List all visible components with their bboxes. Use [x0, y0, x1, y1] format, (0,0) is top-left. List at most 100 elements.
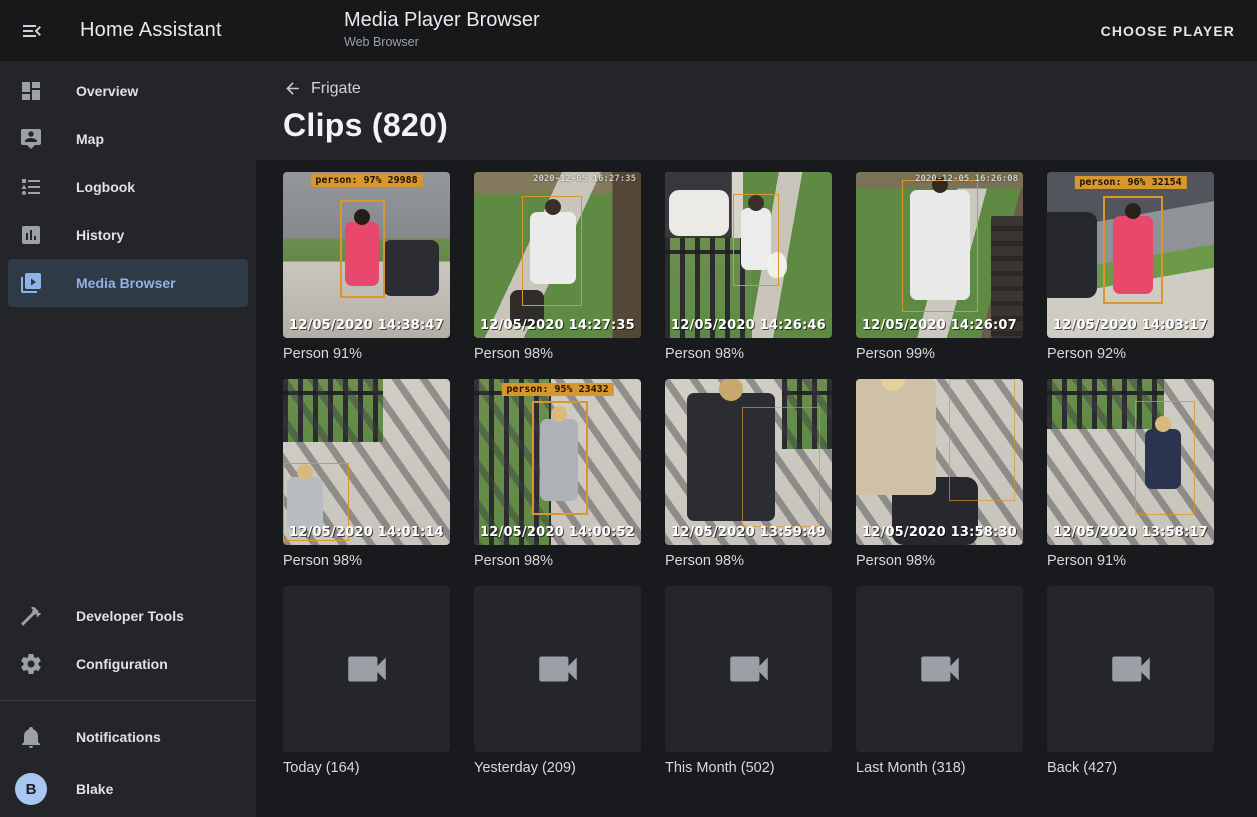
clip-thumbnail: 12/05/2020 14:01:14 [283, 379, 450, 545]
detection-bounding-box [742, 407, 820, 527]
sidebar-item-media-browser[interactable]: Media Browser [8, 259, 248, 307]
clip-timestamp-overlay: 12/05/2020 14:38:47 [289, 318, 444, 333]
folder-card-last-month-318-[interactable]: Last Month (318) [856, 586, 1023, 776]
user-name: Blake [76, 781, 113, 797]
clip-thumbnail: 12/05/2020 13:58:17 [1047, 379, 1214, 545]
clip-timestamp-overlay: 12/05/2020 14:01:14 [289, 525, 444, 540]
sidebar-spacer [0, 307, 256, 592]
developer-tools-hammer-icon [19, 604, 43, 628]
clip-timestamp-overlay: 12/05/2020 14:26:46 [671, 318, 826, 333]
clip-label: Person 98% [474, 346, 641, 362]
sidebar-item-overview[interactable]: Overview [8, 67, 248, 115]
clip-thumbnail: 12/05/2020 13:59:49 [665, 379, 832, 545]
folder-card-yesterday-209-[interactable]: Yesterday (209) [474, 586, 641, 776]
clip-card-12-05-2020-14-26-46[interactable]: 12/05/2020 14:26:46 Person 98% [665, 172, 832, 362]
folder-label: This Month (502) [665, 760, 832, 776]
detection-label: person: 97% 29988 [310, 174, 422, 187]
clip-timestamp-overlay: 12/05/2020 13:58:17 [1053, 525, 1208, 540]
detection-bounding-box [733, 194, 779, 286]
sidebar-item-label: Configuration [76, 656, 168, 672]
sidebar-item-history[interactable]: History [8, 211, 248, 259]
sidebar-user-profile[interactable]: B Blake [8, 761, 248, 817]
clip-label: Person 91% [283, 346, 450, 362]
person-figure-art [856, 379, 936, 495]
clip-label: Person 99% [856, 346, 1023, 362]
breadcrumb-label: Frigate [311, 80, 361, 98]
clip-thumbnail: person: 95% 23432 12/05/2020 14:00:52 [474, 379, 641, 545]
folder-thumbnail [283, 586, 450, 752]
clip-thumbnail: 12/05/2020 14:26:46 [665, 172, 832, 338]
map-account-icon [19, 127, 43, 151]
clip-timestamp-overlay: 12/05/2020 14:03:17 [1053, 318, 1208, 333]
logbook-list-icon [19, 175, 43, 199]
folder-label: Back (427) [1047, 760, 1214, 776]
sidebar-item-configuration[interactable]: Configuration [8, 640, 248, 688]
panel-title: Media Player Browser [344, 9, 540, 32]
detection-bounding-box [340, 200, 385, 298]
clip-card-12-05-2020-14-26-07[interactable]: 2020-12-05 16:26:08 12/05/2020 14:26:07 … [856, 172, 1023, 362]
sidebar-item-label: Developer Tools [76, 608, 184, 624]
clip-card-12-05-2020-14-01-14[interactable]: 12/05/2020 14:01:14 Person 98% [283, 379, 450, 569]
choose-player-button[interactable]: CHOOSE PLAYER [1093, 0, 1243, 61]
clip-timestamp-overlay: 12/05/2020 13:58:30 [862, 525, 1017, 540]
media-grid-area: person: 97% 29988 12/05/2020 14:38:47 Pe… [256, 160, 1257, 817]
history-chart-icon [19, 223, 43, 247]
video-camera-icon [1106, 644, 1156, 694]
clip-timestamp-overlay: 12/05/2020 14:27:35 [480, 318, 635, 333]
folder-thumbnail [474, 586, 641, 752]
media-browser-icon [19, 271, 43, 295]
detection-bounding-box [949, 379, 1015, 501]
clip-card-12-05-2020-13-59-49[interactable]: 12/05/2020 13:59:49 Person 98% [665, 379, 832, 569]
sidebar-item-logbook[interactable]: Logbook [8, 163, 248, 211]
clip-label: Person 91% [1047, 553, 1214, 569]
clip-card-12-05-2020-13-58-30[interactable]: 12/05/2020 13:58:30 Person 98% [856, 379, 1023, 569]
sidebar-toggle-button[interactable] [10, 9, 54, 53]
folder-thumbnail [856, 586, 1023, 752]
menu-open-icon [20, 19, 44, 43]
clip-card-12-05-2020-14-38-47[interactable]: person: 97% 29988 12/05/2020 14:38:47 Pe… [283, 172, 450, 362]
clips-grid: person: 97% 29988 12/05/2020 14:38:47 Pe… [283, 172, 1257, 776]
clip-card-12-05-2020-14-03-17[interactable]: person: 96% 32154 12/05/2020 14:03:17 Pe… [1047, 172, 1214, 362]
sidebar-item-map[interactable]: Map [8, 115, 248, 163]
clip-timestamp-overlay: 12/05/2020 13:59:49 [671, 525, 826, 540]
clip-thumbnail: 2020-12-05 16:26:08 12/05/2020 14:26:07 [856, 172, 1023, 338]
camera-osd-timestamp: 2020-12-05 16:27:35 [533, 174, 636, 184]
clip-label: Person 98% [665, 346, 832, 362]
configuration-gear-icon [19, 652, 43, 676]
sidebar-item-notifications[interactable]: Notifications [8, 713, 248, 761]
folder-card-today-164-[interactable]: Today (164) [283, 586, 450, 776]
detection-bounding-box [1103, 196, 1163, 304]
clip-thumbnail: person: 97% 29988 12/05/2020 14:38:47 [283, 172, 450, 338]
clip-timestamp-overlay: 12/05/2020 14:26:07 [862, 318, 1017, 333]
folder-label: Last Month (318) [856, 760, 1023, 776]
clip-thumbnail: 12/05/2020 13:58:30 [856, 379, 1023, 545]
main-content: Frigate Clips (820) person: 97% 29988 12… [256, 61, 1257, 817]
top-app-bar: Home Assistant Media Player Browser Web … [0, 0, 1257, 61]
clip-card-12-05-2020-13-58-17[interactable]: 12/05/2020 13:58:17 Person 91% [1047, 379, 1214, 569]
user-avatar: B [15, 773, 47, 805]
folder-card-this-month-502-[interactable]: This Month (502) [665, 586, 832, 776]
panel-subtitle: Web Browser [344, 35, 540, 49]
clip-card-12-05-2020-14-00-52[interactable]: person: 95% 23432 12/05/2020 14:00:52 Pe… [474, 379, 641, 569]
clip-label: Person 98% [283, 553, 450, 569]
sidebar-item-developer-tools[interactable]: Developer Tools [8, 592, 248, 640]
app-title: Home Assistant [80, 19, 222, 42]
notifications-label: Notifications [76, 729, 161, 745]
folder-card-back-427-[interactable]: Back (427) [1047, 586, 1214, 776]
dashboard-icon [19, 79, 43, 103]
sidebar-primary-list: Overview Map Logbook History Media Brows… [0, 67, 256, 307]
breadcrumb-back-frigate[interactable]: Frigate [283, 79, 361, 98]
clip-card-12-05-2020-14-27-35[interactable]: 2020-12-05 16:27:35 12/05/2020 14:27:35 … [474, 172, 641, 362]
sidebar-item-label: Overview [76, 83, 138, 99]
clip-label: Person 98% [856, 553, 1023, 569]
detection-bounding-box [522, 196, 582, 306]
sidebar: Overview Map Logbook History Media Brows… [0, 61, 256, 817]
clip-thumbnail: 2020-12-05 16:27:35 12/05/2020 14:27:35 [474, 172, 641, 338]
video-camera-icon [533, 644, 583, 694]
sidebar-item-label: Map [76, 131, 104, 147]
page-title: Clips (820) [283, 107, 1257, 144]
video-camera-icon [342, 644, 392, 694]
clip-label: Person 98% [474, 553, 641, 569]
arrow-left-icon [283, 79, 302, 98]
detection-label: person: 95% 23432 [501, 383, 613, 396]
